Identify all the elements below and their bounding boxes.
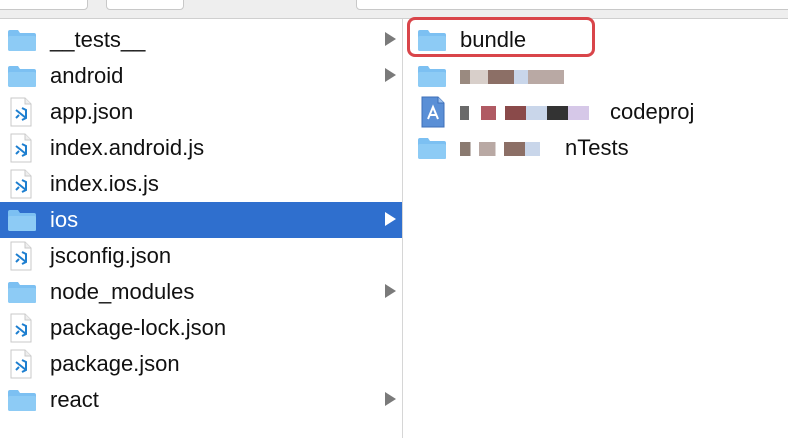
folder-icon — [418, 138, 446, 159]
list-item-label: android — [50, 63, 124, 88]
list-item-android-folder[interactable]: android — [0, 58, 402, 94]
list-item-index-android-js[interactable]: index.android.js — [0, 130, 402, 166]
toolbar-search-field[interactable] — [356, 0, 788, 10]
redacted-label — [460, 64, 564, 88]
redacted-prefix — [460, 106, 610, 121]
list-item-package-json[interactable]: package.json — [0, 346, 402, 382]
list-item-xcode-project[interactable]: codeproj — [403, 94, 788, 130]
list-item-label: ios — [50, 207, 79, 232]
list-item-label: index.android.js — [50, 135, 205, 160]
list-item-label: package-lock.json — [50, 315, 227, 340]
finder-column-left: __tests__ android app.json index.android… — [0, 19, 403, 438]
vscode-file-icon — [10, 169, 32, 199]
folder-icon — [418, 66, 446, 87]
redacted-prefix — [460, 142, 565, 157]
finder-column-right: bundle codeproj nTests — [403, 19, 788, 438]
highlight-box — [407, 17, 595, 57]
vscode-file-icon — [10, 313, 32, 343]
xcode-project-icon — [421, 96, 445, 128]
list-item-label: jsconfig.json — [50, 243, 172, 268]
vscode-file-icon — [10, 133, 32, 163]
disclosure-arrow-icon[interactable] — [385, 68, 396, 82]
disclosure-arrow-icon[interactable] — [385, 392, 396, 406]
finder-toolbar — [0, 0, 788, 19]
disclosure-arrow-icon[interactable] — [385, 284, 396, 298]
list-item-label: index.ios.js — [50, 171, 159, 196]
list-item-label: package.json — [50, 351, 180, 376]
toolbar-button[interactable] — [0, 0, 88, 10]
disclosure-arrow-icon[interactable] — [385, 32, 396, 46]
list-item-label: codeproj — [460, 100, 694, 124]
folder-icon — [8, 282, 36, 303]
list-item-package-lock-json[interactable]: package-lock.json — [0, 310, 402, 346]
folder-icon — [8, 30, 36, 51]
toolbar-button[interactable] — [106, 0, 184, 10]
list-item-label: react — [50, 387, 99, 412]
list-item-index-ios-js[interactable]: index.ios.js — [0, 166, 402, 202]
folder-icon — [8, 66, 36, 87]
list-item-tests-target-folder[interactable]: nTests — [403, 130, 788, 166]
list-item-node-modules-folder[interactable]: node_modules — [0, 274, 402, 310]
folder-icon — [8, 390, 36, 411]
vscode-file-icon — [10, 241, 32, 271]
list-item-label: __tests__ — [50, 27, 146, 52]
list-item-label: nTests — [460, 136, 629, 160]
list-item-label: app.json — [50, 99, 134, 124]
list-item-app-json[interactable]: app.json — [0, 94, 402, 130]
folder-icon — [8, 210, 36, 231]
vscode-file-icon — [10, 349, 32, 379]
list-item-jsconfig-json[interactable]: jsconfig.json — [0, 238, 402, 274]
list-item-redacted-folder[interactable] — [403, 58, 788, 94]
list-item-tests-folder[interactable]: __tests__ — [0, 22, 402, 58]
list-item-ios-folder[interactable]: ios — [0, 202, 402, 238]
list-item-react-folder[interactable]: react — [0, 382, 402, 418]
vscode-file-icon — [10, 97, 32, 127]
list-item-label: node_modules — [50, 279, 195, 304]
disclosure-arrow-icon[interactable] — [385, 212, 396, 226]
